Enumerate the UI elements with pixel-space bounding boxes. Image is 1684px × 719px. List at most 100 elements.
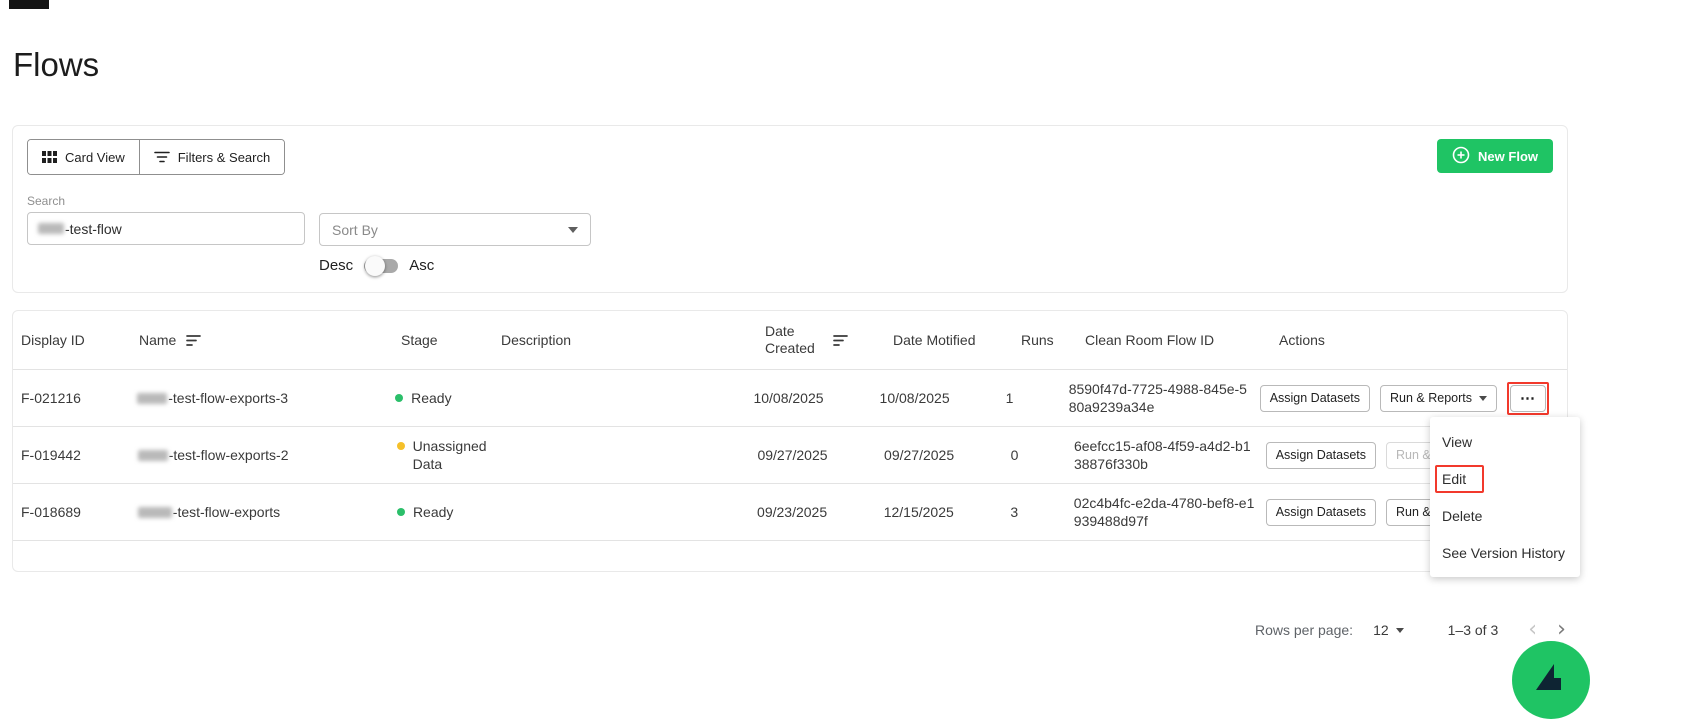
more-actions-highlight-box: ⋯: [1507, 382, 1549, 415]
search-input[interactable]: -test-flow: [27, 212, 305, 245]
pagination-range: 1–3 of 3: [1448, 622, 1499, 638]
rows-per-page-label: Rows per page:: [1255, 622, 1353, 638]
chevron-down-icon: [1396, 628, 1404, 633]
grid-icon: [42, 151, 57, 164]
more-icon: ⋯: [1520, 389, 1536, 407]
display-id-cell: F-018689: [21, 504, 138, 520]
header-flow-id: Clean Room Flow ID: [1085, 331, 1279, 349]
search-group: Search -test-flow: [27, 194, 305, 245]
sort-by-select[interactable]: Sort By: [319, 213, 591, 246]
name-cell: -test-flow-exports-3: [137, 390, 395, 406]
date-modified-cell: 09/27/2025: [884, 447, 1011, 463]
previous-page-button[interactable]: ‹: [1528, 619, 1537, 641]
header-actions: Actions: [1279, 332, 1559, 348]
display-id-cell: F-021216: [21, 390, 137, 406]
header-name-label: Name: [139, 332, 176, 348]
filter-icon: [154, 151, 170, 163]
sort-order-toggle-group: Desc Asc: [319, 257, 434, 274]
sort-order-switch[interactable]: [364, 259, 398, 273]
assign-datasets-label: Assign Datasets: [1276, 448, 1366, 462]
switch-knob: [365, 256, 385, 276]
rows-per-page-value: 12: [1373, 622, 1389, 638]
date-modified-cell: 12/15/2025: [884, 504, 1011, 520]
flow-id-cell: 6eefcc15-af08-4f59-a4d2-b138876f330b: [1074, 437, 1266, 473]
menu-item-edit[interactable]: Edit: [1430, 460, 1580, 497]
menu-item-see-version-history-label: See Version History: [1442, 545, 1565, 561]
header-description: Description: [501, 332, 765, 348]
sort-by-placeholder: Sort By: [332, 222, 378, 238]
runs-cell: 1: [1006, 390, 1069, 406]
menu-item-delete[interactable]: Delete: [1430, 497, 1580, 534]
assign-datasets-button[interactable]: Assign Datasets: [1260, 385, 1370, 412]
name-suffix: -test-flow-exports: [173, 504, 280, 520]
stage-label: Unassigned Data: [413, 437, 487, 473]
search-value: -test-flow: [65, 221, 122, 237]
filters-search-button[interactable]: Filters & Search: [139, 140, 284, 174]
sort-icon[interactable]: [186, 334, 202, 347]
name-cell: -test-flow-exports: [138, 504, 397, 520]
table-row: F-019442 -test-flow-exports-2 Unassigned…: [13, 427, 1567, 484]
sort-icon[interactable]: [833, 334, 849, 347]
redacted-text: [138, 507, 172, 518]
row-actions-menu: View Edit Delete See Version History: [1430, 417, 1580, 577]
flow-id-cell: 02c4b4fc-e2da-4780-bef8-e1939488d97f: [1074, 494, 1266, 530]
status-dot-ready: [395, 394, 403, 402]
menu-item-see-version-history[interactable]: See Version History: [1430, 534, 1580, 571]
view-toggle-group: Card View Filters & Search: [27, 139, 285, 175]
stage-cell: Ready: [395, 389, 494, 407]
rows-per-page-select[interactable]: 12: [1373, 622, 1404, 638]
header-stage: Stage: [401, 332, 501, 348]
redacted-text: [38, 223, 64, 234]
date-created-cell: 09/27/2025: [757, 447, 884, 463]
assign-datasets-label: Assign Datasets: [1270, 391, 1360, 405]
assign-datasets-button[interactable]: Assign Datasets: [1266, 499, 1376, 526]
status-dot-unassigned: [397, 442, 405, 450]
next-page-button[interactable]: ›: [1557, 619, 1566, 641]
run-reports-button[interactable]: Run & Reports: [1380, 385, 1497, 412]
stage-cell: Ready: [397, 503, 496, 521]
stage-label: Ready: [413, 503, 453, 521]
assistant-logo-icon: [1530, 660, 1566, 701]
runs-cell: 0: [1011, 447, 1074, 463]
redacted-text: [138, 450, 168, 461]
desc-label: Desc: [319, 257, 353, 274]
top-left-black-bar: [9, 0, 49, 9]
name-suffix: -test-flow-exports-2: [169, 447, 289, 463]
flow-id-cell: 8590f47d-7725-4988-845e-580a9239a34e: [1069, 380, 1260, 416]
actions-cell: Assign Datasets Run & Reports ⋯: [1260, 382, 1559, 415]
header-runs: Runs: [1021, 332, 1085, 348]
card-view-label: Card View: [65, 150, 125, 165]
more-actions-button[interactable]: ⋯: [1510, 385, 1546, 412]
date-created-cell: 09/23/2025: [757, 504, 884, 520]
status-dot-ready: [397, 508, 405, 516]
header-name: Name: [139, 332, 401, 348]
new-flow-button[interactable]: New Flow: [1437, 139, 1553, 173]
header-date-created-label: Date Created: [765, 323, 823, 358]
card-view-button[interactable]: Card View: [28, 140, 139, 174]
redacted-text: [137, 393, 167, 404]
date-modified-cell: 10/08/2025: [880, 390, 1006, 406]
menu-item-view-label: View: [1442, 434, 1472, 450]
flows-table-panel: Display ID Name Stage Description Date C…: [12, 310, 1568, 572]
name-suffix: -test-flow-exports-3: [168, 390, 288, 406]
new-flow-label: New Flow: [1478, 149, 1538, 164]
filters-search-label: Filters & Search: [178, 150, 270, 165]
page-title: Flows: [13, 46, 99, 84]
display-id-cell: F-019442: [21, 447, 138, 463]
plus-circle-icon: [1452, 146, 1470, 167]
search-field-label: Search: [27, 194, 305, 208]
assign-datasets-label: Assign Datasets: [1276, 505, 1366, 519]
stage-label: Ready: [411, 389, 451, 407]
date-created-cell: 10/08/2025: [753, 390, 879, 406]
header-date-modified: Date Motified: [893, 332, 1021, 348]
menu-item-delete-label: Delete: [1442, 508, 1482, 524]
stage-cell: Unassigned Data: [397, 437, 497, 473]
assistant-fab-button[interactable]: [1512, 641, 1590, 719]
table-row: F-021216 -test-flow-exports-3 Ready 10/0…: [13, 370, 1567, 427]
menu-item-view[interactable]: View: [1430, 423, 1580, 460]
header-display-id: Display ID: [21, 332, 139, 348]
asc-label: Asc: [409, 257, 434, 274]
assign-datasets-button[interactable]: Assign Datasets: [1266, 442, 1376, 469]
menu-item-edit-label: Edit: [1442, 471, 1466, 487]
pagination-bar: Rows per page: 12 1–3 of 3 ‹ ›: [1255, 614, 1566, 646]
